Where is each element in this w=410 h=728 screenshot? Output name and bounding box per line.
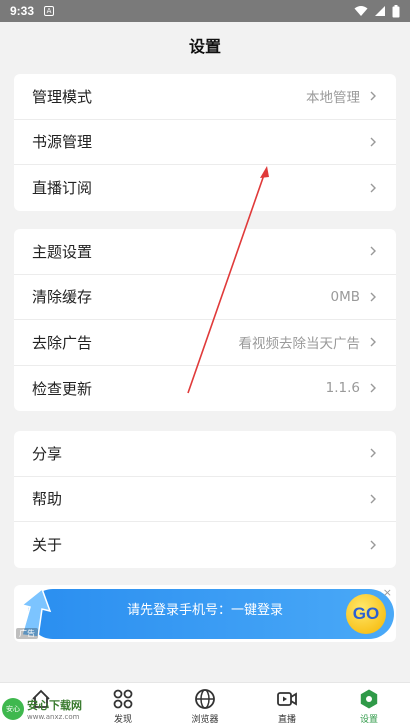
row-label: 关于	[32, 536, 63, 555]
tab-label: 设置	[359, 715, 378, 725]
chevron-right-icon	[370, 91, 376, 101]
signal-icon	[375, 6, 385, 16]
row-book-source[interactable]: 书源管理	[14, 120, 396, 165]
row-remove-ads[interactable]: 去除广告 看视频去除当天广告	[14, 320, 396, 366]
site-watermark: 安心 安心下载网 www.anxz.com	[2, 697, 82, 721]
row-label: 清除缓存	[32, 288, 93, 307]
status-indicators	[354, 4, 400, 18]
row-label: 直播订阅	[32, 179, 93, 198]
row-label: 管理模式	[32, 87, 93, 106]
row-label: 检查更新	[32, 379, 93, 398]
chevron-right-icon	[370, 246, 376, 256]
chevron-right-icon	[370, 292, 376, 302]
wifi-icon	[354, 6, 368, 16]
row-help[interactable]: 帮助	[14, 477, 396, 522]
ad-tag: 广告	[16, 628, 38, 639]
status-time: 9:33	[10, 4, 35, 18]
row-theme[interactable]: 主题设置	[14, 229, 396, 275]
row-label: 主题设置	[32, 242, 93, 261]
discover-icon	[113, 689, 133, 709]
battery-icon	[392, 4, 400, 17]
row-value: 看视频去除当天广告	[238, 336, 361, 353]
tab-settings[interactable]: 设置	[328, 683, 410, 728]
watermark-url: www.anxz.com	[27, 713, 80, 721]
login-ad-banner[interactable]: 请先登录手机号：一键登录 GO × 广告	[14, 585, 396, 642]
notification-app-icon: A	[44, 6, 55, 16]
video-icon	[277, 692, 297, 706]
chevron-right-icon	[370, 137, 376, 147]
row-clear-cache[interactable]: 清除缓存 0MB	[14, 275, 396, 320]
tab-discover[interactable]: 发现	[82, 683, 164, 728]
status-bar: 9:33 A	[0, 0, 410, 22]
chevron-right-icon	[370, 494, 376, 504]
settings-group-about: 分享 帮助 关于	[14, 431, 396, 568]
row-about[interactable]: 关于	[14, 522, 396, 568]
row-check-update[interactable]: 检查更新 1.1.6	[14, 366, 396, 412]
row-label: 分享	[32, 444, 63, 463]
close-ad-icon[interactable]: ×	[383, 586, 392, 599]
chevron-right-icon	[370, 337, 376, 347]
tab-label: 直播	[277, 715, 296, 725]
tab-live[interactable]: 直播	[246, 683, 328, 728]
watermark-title: 安心下载网	[27, 699, 82, 712]
settings-group-app: 主题设置 清除缓存 0MB 去除广告 看视频去除当天广告 检查更新 1.1.6	[14, 229, 396, 411]
row-label: 书源管理	[32, 133, 93, 152]
tab-browser[interactable]: 浏览器	[164, 683, 246, 728]
row-manage-mode[interactable]: 管理模式 本地管理	[14, 74, 396, 120]
row-live-subscription[interactable]: 直播订阅	[14, 165, 396, 211]
row-label: 帮助	[32, 490, 63, 509]
row-label: 去除广告	[32, 333, 93, 352]
row-value: 0MB	[330, 288, 361, 305]
globe-icon	[195, 689, 215, 709]
tab-label: 浏览器	[191, 715, 219, 725]
row-share[interactable]: 分享	[14, 431, 396, 477]
watermark-logo: 安心	[2, 698, 24, 720]
go-button[interactable]: GO	[346, 594, 386, 634]
page-title: 设置	[188, 37, 221, 56]
tab-label: 发现	[113, 715, 132, 725]
banner-text: 请先登录手机号：一键登录	[126, 603, 283, 618]
chevron-right-icon	[370, 183, 376, 193]
chevron-right-icon	[370, 540, 376, 550]
chevron-right-icon	[370, 383, 376, 393]
settings-group-general: 管理模式 本地管理 书源管理 直播订阅	[14, 74, 396, 211]
chevron-right-icon	[370, 448, 376, 458]
settings-icon	[360, 689, 378, 709]
row-value: 1.1.6	[325, 380, 360, 397]
row-value: 本地管理	[306, 90, 360, 107]
